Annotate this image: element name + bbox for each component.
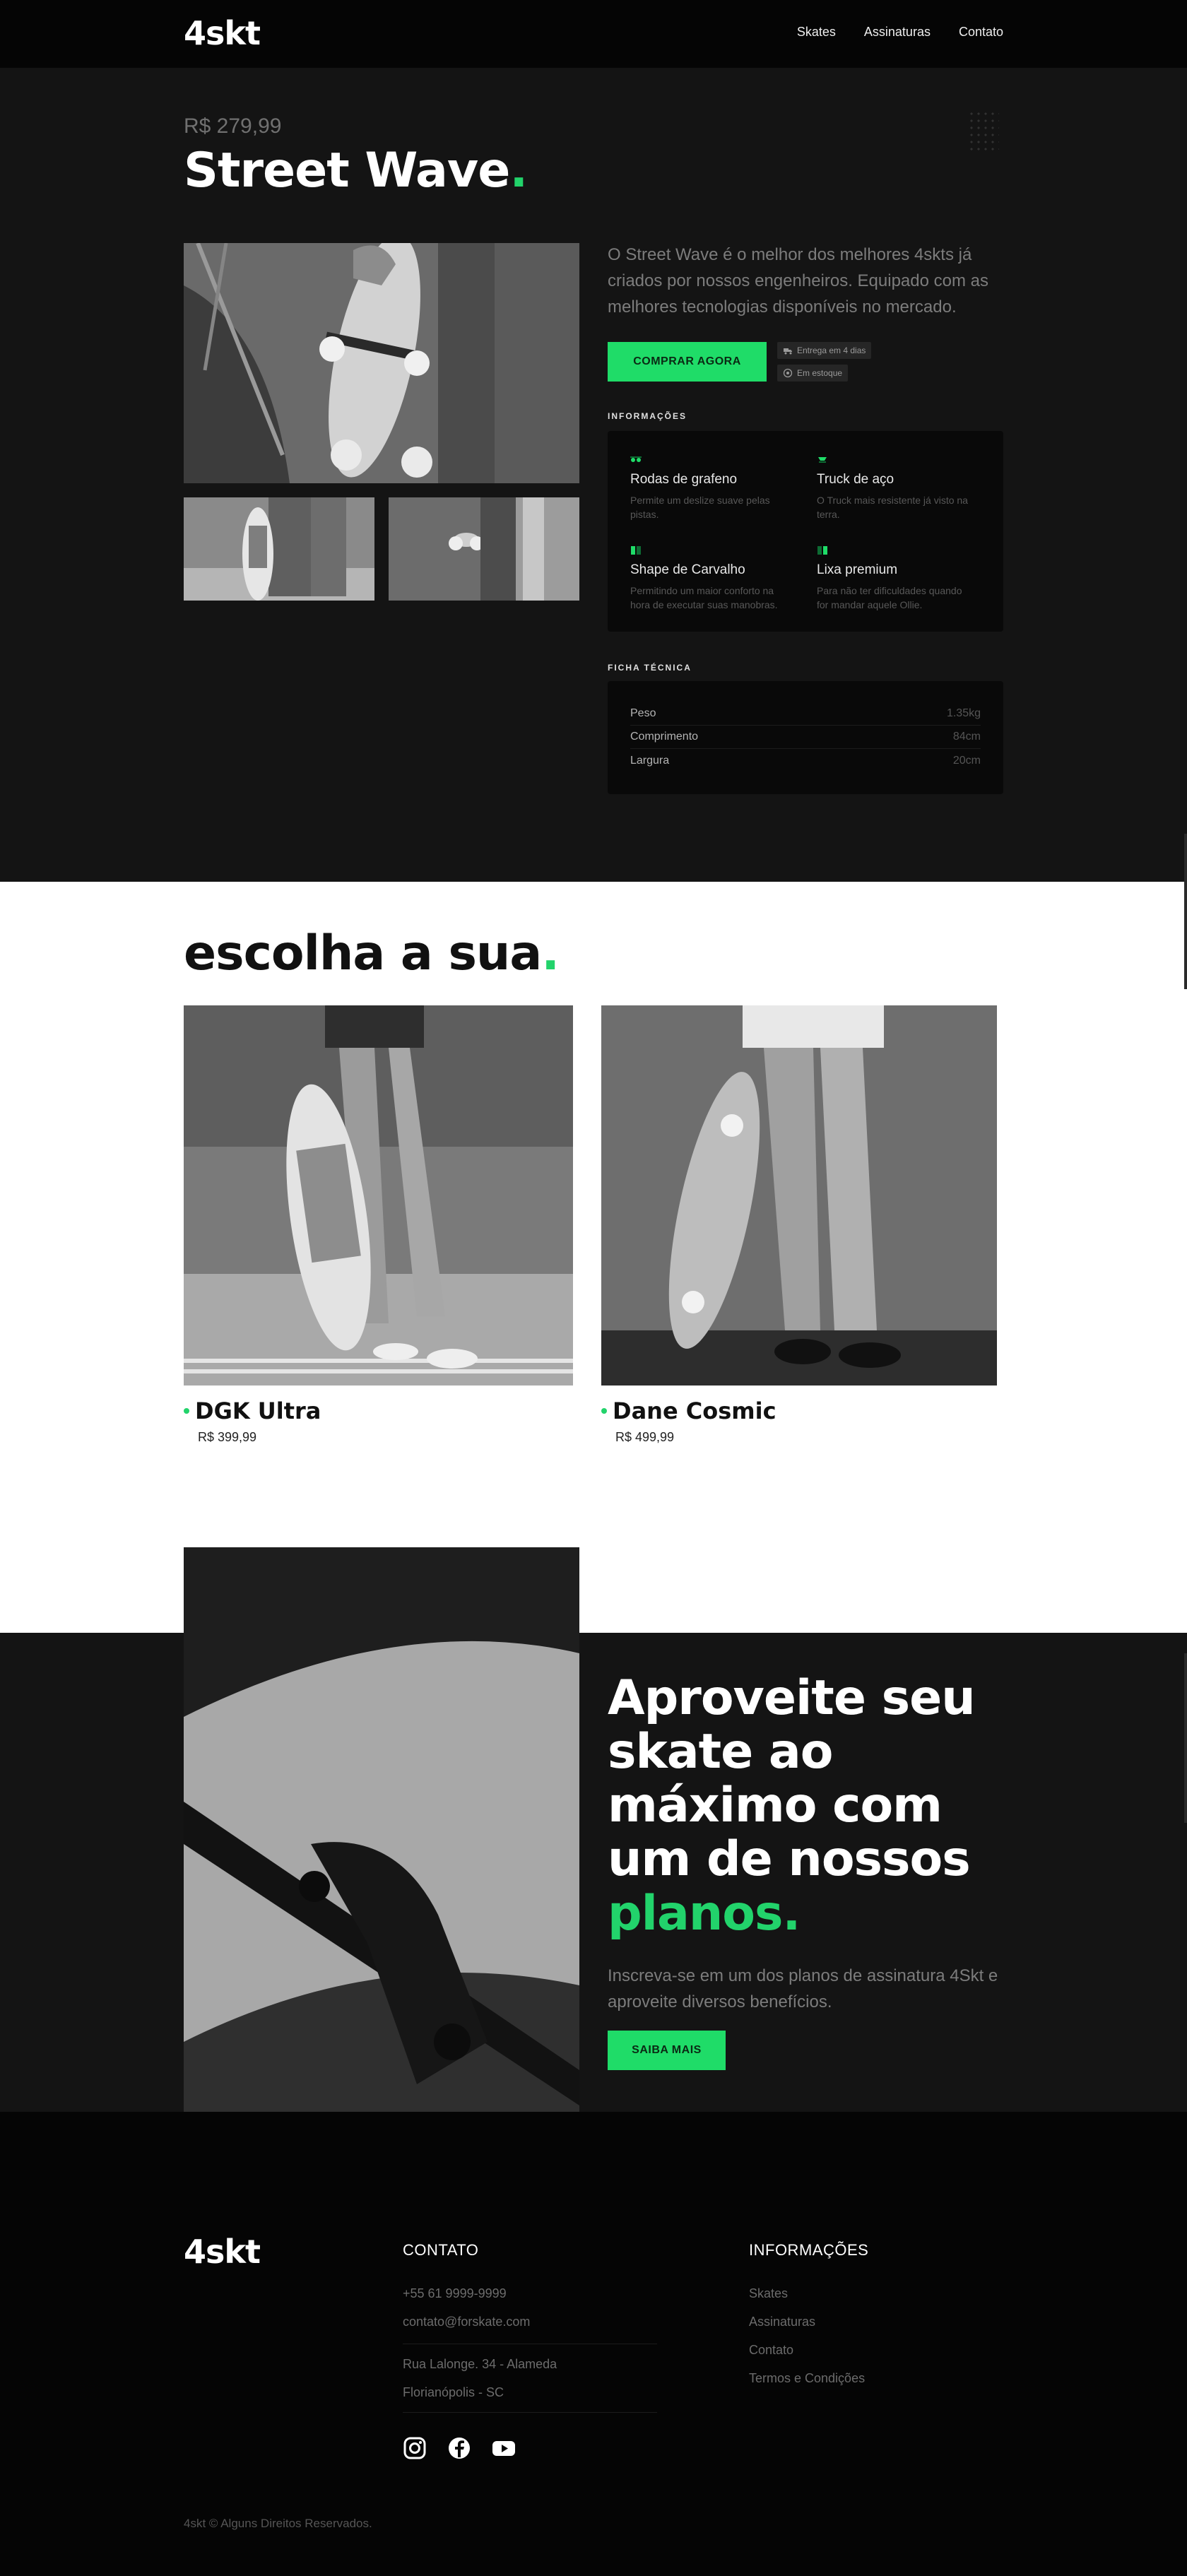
- spec-label: Peso: [630, 707, 656, 719]
- feature-item: Rodas de grafeno Permite um deslize suav…: [630, 455, 786, 522]
- choose-section: escolha a sua. DGK Ultra R$ 399,99 Dane …: [0, 882, 1187, 1633]
- section-title-text: escolha a sua: [184, 926, 542, 981]
- feature-item: Lixa premium Para não ter dificuldades q…: [817, 545, 972, 613]
- footer-link-skates[interactable]: Skates: [749, 2286, 788, 2301]
- instagram-icon[interactable]: [403, 2436, 427, 2460]
- accent-dot: [601, 1408, 607, 1414]
- footer-link-terms[interactable]: Termos e Condições: [749, 2371, 865, 2386]
- feature-item: Truck de aço O Truck mais resistente já …: [817, 455, 972, 522]
- plans-text: Inscreva-se em um dos planos de assinatu…: [608, 1966, 998, 2012]
- product-price: R$ 279,99: [184, 114, 282, 138]
- stock-text: Em estoque: [797, 368, 843, 378]
- nav-contato[interactable]: Contato: [959, 25, 1003, 40]
- section-title: escolha a sua.: [184, 926, 560, 981]
- product-card-name: Dane Cosmic: [613, 1398, 776, 1424]
- feature-text: O Truck mais resistente já visto na terr…: [817, 495, 968, 521]
- grip-icon: [817, 546, 827, 555]
- feature-title: Shape de Carvalho: [630, 562, 745, 577]
- feature-title: Rodas de grafeno: [630, 472, 738, 487]
- spec-value: 84cm: [952, 731, 981, 743]
- feature-text: Permitindo um maior conforto na hora de …: [630, 585, 778, 611]
- product-thumb-2[interactable]: [389, 497, 579, 601]
- feature-title: Lixa premium: [817, 562, 898, 577]
- truck-axle-icon: [818, 457, 827, 463]
- plans-headline-text: Aproveite seu skate ao máximo com um de …: [608, 1670, 976, 1888]
- spec-row: Comprimento 84cm: [630, 726, 981, 749]
- delivery-badge: Entrega em 4 dias: [777, 342, 872, 359]
- product-card-image-dane[interactable]: [601, 1005, 997, 1386]
- scrollbar-thumb[interactable]: [1184, 1653, 1187, 1823]
- main-nav: Skates Assinaturas Contato: [797, 25, 1003, 40]
- footer-info-heading: INFORMAÇÕES: [749, 2241, 869, 2259]
- spec-heading: FICHA TÉCNICA: [608, 663, 692, 673]
- stock-badge: Em estoque: [777, 365, 849, 382]
- divider: [403, 2412, 657, 2413]
- product-card-image-dgk[interactable]: [184, 1005, 573, 1386]
- footer-link-assinaturas[interactable]: Assinaturas: [749, 2315, 815, 2329]
- plans-highlight: planos.: [608, 1885, 801, 1942]
- product-card-price: R$ 399,99: [198, 1430, 257, 1444]
- product-title-text: Street Wave: [184, 143, 510, 199]
- scrollbar-thumb[interactable]: [1184, 834, 1187, 989]
- product-card-title[interactable]: DGK Ultra: [184, 1398, 321, 1424]
- spec-row: Peso 1.35kg: [630, 702, 981, 726]
- spec-row: Largura 20cm: [630, 749, 981, 772]
- spec-table: Peso 1.35kg Comprimento 84cm Largura 20cm: [608, 681, 1003, 794]
- spec-label: Largura: [630, 754, 670, 767]
- product-card-name: DGK Ultra: [195, 1398, 321, 1424]
- product-thumb-1[interactable]: [184, 497, 374, 601]
- logo[interactable]: 4skt: [184, 14, 261, 52]
- nav-skates[interactable]: Skates: [797, 25, 836, 40]
- youtube-icon[interactable]: [492, 2436, 516, 2460]
- plans-headline: Aproveite seu skate ao máximo com um de …: [608, 1670, 1003, 1942]
- footer-address-line2: Florianópolis - SC: [403, 2385, 504, 2399]
- footer-contact-heading: CONTATO: [403, 2241, 479, 2259]
- dot-pattern: [968, 110, 999, 153]
- spec-value: 1.35kg: [946, 707, 981, 719]
- feature-text: Para não ter dificuldades quando for man…: [817, 585, 962, 611]
- footer-email[interactable]: contato@forskate.com: [403, 2315, 530, 2329]
- feature-item: Shape de Carvalho Permitindo um maior co…: [630, 545, 786, 613]
- feature-text: Permite um deslize suave pelas pistas.: [630, 495, 770, 521]
- spec-label: Comprimento: [630, 731, 699, 743]
- page: 4skt Skates Assinaturas Contato R$ 279,9…: [0, 0, 1187, 2576]
- footer-logo[interactable]: 4skt: [184, 2233, 261, 2271]
- accent-dot: .: [541, 926, 560, 981]
- accent-dot: .: [509, 143, 528, 199]
- product-card-price: R$ 499,99: [615, 1430, 675, 1444]
- footer-link-contato[interactable]: Contato: [749, 2343, 793, 2358]
- delivery-text: Entrega em 4 dias: [797, 345, 866, 355]
- product-hero: R$ 279,99 Street Wave. O Street Wave é o…: [0, 68, 1187, 882]
- footer-phone[interactable]: +55 61 9999-9999: [403, 2286, 507, 2301]
- product-main-image[interactable]: [184, 243, 579, 483]
- truck-icon: [784, 348, 792, 355]
- product-title: Street Wave.: [184, 143, 528, 199]
- facebook-icon[interactable]: [447, 2436, 471, 2460]
- wheels-icon: [630, 456, 642, 462]
- footer-address-line1: Rua Lalonge. 34 - Alameda: [403, 2357, 557, 2371]
- features-panel: Rodas de grafeno Permite um deslize suav…: [608, 431, 1003, 632]
- deck-icon: [631, 546, 641, 555]
- copyright: 4skt © Alguns Direitos Reservados.: [184, 2517, 372, 2530]
- learn-more-button[interactable]: SAIBA MAIS: [608, 2031, 726, 2070]
- feature-title: Truck de aço: [817, 472, 894, 487]
- spec-value: 20cm: [952, 754, 981, 767]
- product-description: O Street Wave é o melhor dos melhores 4s…: [608, 245, 988, 317]
- box-icon: [783, 368, 793, 378]
- product-card-title[interactable]: Dane Cosmic: [601, 1398, 776, 1424]
- plans-section: [0, 1633, 1187, 2112]
- nav-assinaturas[interactable]: Assinaturas: [864, 25, 931, 40]
- site-header: 4skt Skates Assinaturas Contato: [0, 0, 1187, 68]
- info-heading: INFORMAÇÕES: [608, 411, 687, 421]
- accent-dot: [184, 1408, 189, 1414]
- buy-now-button[interactable]: COMPRAR AGORA: [608, 342, 767, 382]
- plans-image: [184, 1547, 579, 2195]
